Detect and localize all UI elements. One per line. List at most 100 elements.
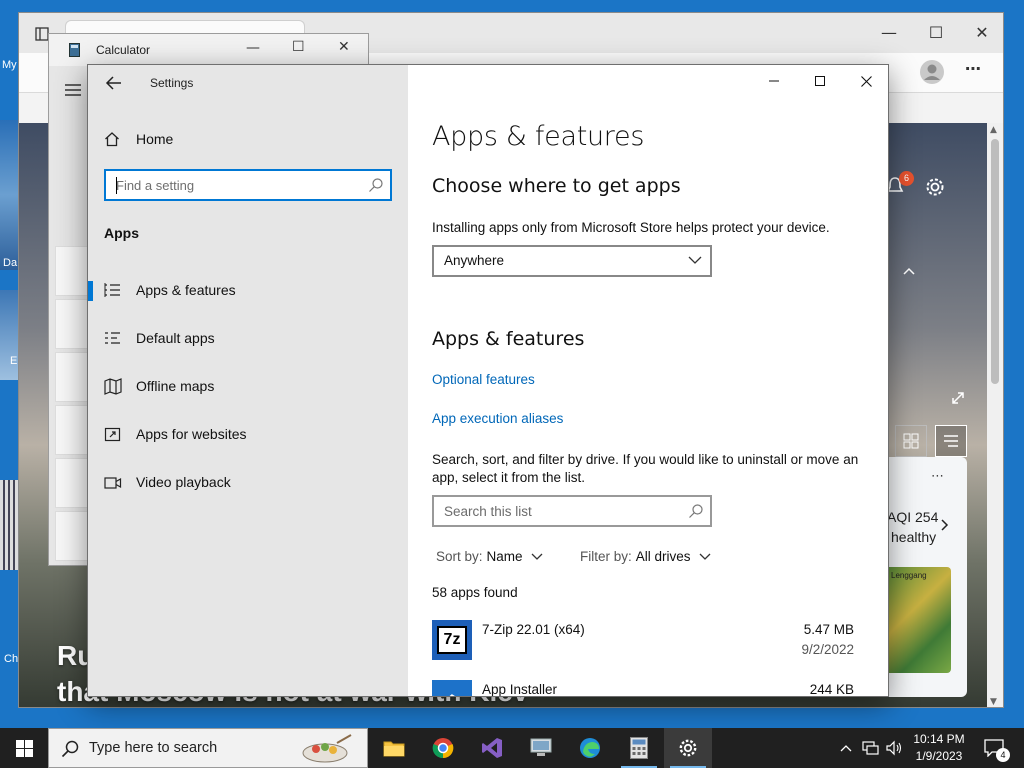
search-description: Search, sort, and filter by drive. If yo… xyxy=(432,452,859,485)
chevron-right-icon[interactable] xyxy=(941,519,949,531)
app-name: 7-Zip 22.01 (x64) xyxy=(482,622,585,637)
close-icon xyxy=(860,75,872,87)
map-label: Lenggang xyxy=(891,571,927,580)
remote-desktop-icon xyxy=(530,738,552,756)
weather-map-image[interactable]: Lenggang xyxy=(889,567,951,673)
find-setting-box[interactable] xyxy=(104,169,392,201)
card-more-icon[interactable]: ⋯ xyxy=(931,469,944,484)
calculator-title-bar[interactable]: Calculator — ☐ ✕ xyxy=(49,34,368,66)
app-list-item[interactable]: 7z 7-Zip 22.01 (x64) 5.47 MB 9/2/2022 xyxy=(432,620,862,664)
app-list-item[interactable]: App Installer 244 KB xyxy=(432,680,862,697)
profile-avatar-icon[interactable] xyxy=(919,59,945,85)
close-icon[interactable]: ✕ xyxy=(338,39,350,55)
filter-value: All drives xyxy=(635,549,691,564)
start-button[interactable] xyxy=(0,728,48,768)
nav-item-video-playback[interactable]: Video playback xyxy=(88,463,408,503)
aqi-status: healthy xyxy=(891,529,937,545)
minimize-icon[interactable]: — xyxy=(869,21,909,45)
notification-badge: 6 xyxy=(899,171,914,186)
search-list-box[interactable] xyxy=(432,495,712,527)
sort-value: Name xyxy=(486,549,523,564)
nav-item-default-apps[interactable]: Default apps xyxy=(88,319,408,359)
optional-features-link[interactable]: Optional features xyxy=(432,372,535,387)
nav-item-offline-maps[interactable]: Offline maps xyxy=(88,367,408,407)
taskbar-calculator[interactable] xyxy=(615,728,663,768)
sort-dropdown[interactable]: Sort by: Name xyxy=(436,549,543,564)
video-icon xyxy=(104,477,122,489)
minimize-icon[interactable]: — xyxy=(246,40,260,56)
aqi-value: AQI 254 xyxy=(887,509,939,525)
show-hidden-icons-button[interactable] xyxy=(836,728,856,768)
chevron-up-icon xyxy=(840,745,852,752)
maximize-icon[interactable]: ☐ xyxy=(916,21,956,45)
maximize-button[interactable] xyxy=(797,65,843,97)
network-button[interactable] xyxy=(860,728,882,768)
gear-icon xyxy=(679,739,697,757)
apps-list-icon xyxy=(104,283,120,297)
nav-home-label: Home xyxy=(136,131,174,147)
taskbar-clock[interactable]: 10:14 PM 1/9/2023 xyxy=(908,731,970,765)
app-execution-aliases-link[interactable]: App execution aliases xyxy=(432,411,563,426)
more-options-icon[interactable]: ⋯ xyxy=(965,59,981,78)
nav-home[interactable]: Home xyxy=(104,127,173,151)
nav-item-apps-for-websites[interactable]: Apps for websites xyxy=(88,415,408,455)
desktop-icon-label[interactable]: Ch xyxy=(4,653,18,665)
map-icon xyxy=(104,378,122,395)
chevron-up-icon[interactable] xyxy=(903,267,915,275)
desktop-icon-label[interactable]: Da xyxy=(3,257,17,269)
search-list-input[interactable] xyxy=(444,502,674,520)
taskbar: Type here to search 10:14 PM 1/9/2023 4 xyxy=(0,728,1024,768)
taskbar-search-box[interactable]: Type here to search xyxy=(48,728,368,768)
volume-button[interactable] xyxy=(884,728,906,768)
taskbar-file-explorer[interactable] xyxy=(370,728,418,768)
desktop-icon-label[interactable]: E xyxy=(10,355,17,367)
taskbar-remote-desktop[interactable] xyxy=(517,728,565,768)
taskbar-edge[interactable] xyxy=(566,728,614,768)
maximize-icon[interactable]: ☐ xyxy=(292,39,305,55)
search-icon[interactable] xyxy=(368,177,384,193)
gear-icon[interactable] xyxy=(925,177,945,197)
list-view-button[interactable] xyxy=(935,425,967,457)
taskbar-chrome[interactable] xyxy=(419,728,467,768)
back-arrow-icon[interactable] xyxy=(104,73,124,93)
taskbar-visual-studio[interactable] xyxy=(468,728,516,768)
filter-label: Filter by: xyxy=(580,549,632,564)
close-button[interactable] xyxy=(843,65,888,97)
window-title: Settings xyxy=(150,76,194,90)
open-web-icon xyxy=(104,427,121,442)
search-highlight-image xyxy=(302,734,352,763)
edge-icon xyxy=(580,738,600,758)
expand-icon[interactable] xyxy=(951,391,965,405)
scroll-up-icon[interactable]: ▲ xyxy=(990,125,997,135)
scroll-down-icon[interactable]: ▼ xyxy=(990,697,997,707)
default-apps-icon xyxy=(105,332,120,344)
calculator-title: Calculator xyxy=(96,43,151,57)
maximize-icon xyxy=(815,76,825,86)
folder-icon xyxy=(383,741,405,757)
nav-item-apps-features[interactable]: Apps & features xyxy=(88,271,408,311)
minimize-button[interactable] xyxy=(751,65,797,97)
app-installer-icon xyxy=(432,680,472,696)
desktop-icon-label[interactable]: My xyxy=(2,59,17,71)
scroll-thumb[interactable] xyxy=(991,139,999,384)
grid-view-button[interactable] xyxy=(895,425,927,457)
page-title: Apps & features xyxy=(432,121,645,152)
close-icon[interactable]: ✕ xyxy=(962,21,1002,45)
taskbar-search-text: Type here to search xyxy=(89,740,218,756)
apps-found-count: 58 apps found xyxy=(432,585,518,600)
tab-actions-icon[interactable] xyxy=(35,27,49,41)
choose-description: Installing apps only from Microsoft Stor… xyxy=(432,220,830,235)
app-name: App Installer xyxy=(482,682,558,697)
find-setting-input[interactable] xyxy=(116,176,356,194)
taskbar-settings[interactable] xyxy=(664,728,712,768)
browser-scrollbar[interactable]: ▲ ▼ xyxy=(987,123,1003,707)
search-icon[interactable] xyxy=(688,503,704,519)
action-center-button[interactable]: 4 xyxy=(978,728,1010,768)
network-icon xyxy=(862,741,879,755)
hamburger-menu-icon[interactable] xyxy=(65,84,81,96)
app-source-dropdown[interactable]: Anywhere xyxy=(432,245,712,277)
list-icon xyxy=(944,435,958,447)
clock-time: 10:14 PM xyxy=(913,732,965,746)
nav-item-label: Offline maps xyxy=(136,378,215,394)
filter-dropdown[interactable]: Filter by: All drives xyxy=(580,549,711,564)
